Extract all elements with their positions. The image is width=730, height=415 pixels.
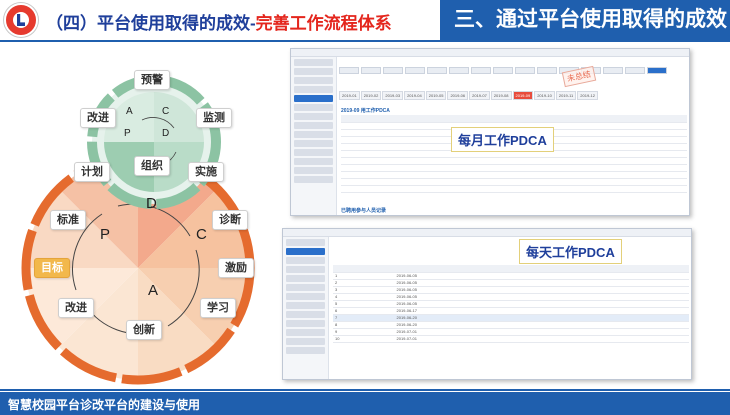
- big-cycle-letter-a: A: [148, 282, 159, 299]
- screenshot-tabs: [339, 67, 667, 75]
- table-row: 8 2019-06-20: [333, 321, 689, 329]
- daily-table: 1 2019-06-05 2 2019-06-05 3 2019-06-05 4 201…: [333, 265, 689, 343]
- label-learning: 学习: [200, 298, 236, 318]
- footer-divider: [0, 389, 730, 391]
- screenshot-sidebar: [283, 237, 329, 379]
- slide-header: （四）平台使用取得的成效-完善工作流程体系 三、通过平台使用取得的成效: [0, 0, 730, 40]
- table-row: 2 2019-06-05: [333, 279, 689, 287]
- daily-pdca-label: 每天工作PDCA: [519, 239, 622, 264]
- big-cycle-letter-c: C: [196, 226, 207, 243]
- daily-pdca-screenshot: 1 2019-06-05 2 2019-06-05 3 2019-06-05 4 201…: [282, 228, 692, 380]
- school-logo-icon: [4, 3, 38, 37]
- label-incentive: 激励: [218, 258, 254, 278]
- month-tab[interactable]: 2019-05: [425, 91, 447, 100]
- label-implement: 实施: [188, 162, 224, 182]
- small-cycle-letter-d: D: [162, 128, 170, 139]
- month-tab[interactable]: 2019-08: [490, 91, 512, 100]
- month-tab[interactable]: 2019-03: [382, 91, 404, 100]
- table-row: 9 2019-07-01: [333, 328, 689, 336]
- screenshot-sidebar: [291, 57, 337, 215]
- table-row: 1 2019-06-05: [333, 272, 689, 280]
- table-row: 4 2019-06-05: [333, 293, 689, 301]
- label-plan: 计划: [74, 162, 110, 182]
- screenshot-topbar: [291, 49, 689, 57]
- month-tab[interactable]: 2019-01: [339, 91, 360, 100]
- small-cycle-letter-c: C: [162, 106, 170, 117]
- table-row: 5 2019-06-05: [333, 300, 689, 308]
- big-cycle-letter-p: P: [100, 226, 111, 243]
- month-tab[interactable]: 2019-07: [469, 91, 490, 100]
- label-improve-big: 改进: [58, 298, 94, 318]
- label-standard: 标准: [50, 210, 86, 230]
- month-tab[interactable]: 2019-04: [404, 91, 425, 100]
- label-monitoring: 监测: [196, 108, 232, 128]
- month-tab[interactable]: 2019-10: [534, 91, 555, 100]
- month-tab[interactable]: 2019-06: [447, 91, 469, 100]
- table-row: 6 2019-06-17: [333, 307, 689, 315]
- monthly-pdca-label: 每月工作PDCA: [451, 127, 554, 152]
- month-tab[interactable]: 2019-12: [577, 91, 598, 100]
- small-cycle-letter-a: A: [126, 106, 133, 117]
- month-tab-active[interactable]: 2019-09: [512, 91, 534, 100]
- label-innovation: 创新: [126, 320, 162, 340]
- screenshot-content: 1 2019-06-05 2 2019-06-05 3 2019-06-05 4 201…: [331, 239, 689, 377]
- month-tab[interactable]: 2019-11: [555, 91, 577, 100]
- monthly-section-2: 已聘用参与人员记录: [341, 208, 387, 214]
- label-goal: 目标: [34, 258, 70, 278]
- slide-title: （四）平台使用取得的成效-完善工作流程体系: [46, 9, 392, 34]
- table-row: 3 2019-06-05: [333, 286, 689, 294]
- monthly-pdca-screenshot: 2019-01 2019-02 2019-03 2019-04 2019-05 …: [290, 48, 690, 216]
- header-divider: [0, 40, 730, 42]
- footer-text: 智慧校园平台诊改平台的建设与使用: [8, 398, 201, 412]
- label-early-warning: 预警: [134, 70, 170, 90]
- month-selector: 2019-01 2019-02 2019-03 2019-04 2019-05 …: [339, 91, 598, 100]
- big-cycle-letter-d: D: [146, 195, 157, 212]
- screenshot-topbar: [283, 229, 691, 237]
- table-row: 7 2019-06-20: [333, 314, 689, 322]
- small-cycle-letter-p: P: [124, 128, 131, 139]
- title-left-red: 完善工作流程体系: [255, 14, 392, 33]
- section-title-banner: 三、通过平台使用取得的成效: [440, 0, 730, 40]
- monthly-section-title: 2019-09 用工作PDCA: [341, 108, 390, 114]
- pdca-cycle-diagram: A C P D D C A P 预警 监测 组织 改进 计划 实施 诊断 激励 …: [20, 50, 270, 390]
- month-tab[interactable]: 2019-02: [360, 91, 382, 100]
- label-organize: 组织: [134, 156, 170, 176]
- slide-footer: 智慧校园平台诊改平台的建设与使用: [0, 392, 730, 415]
- title-left-blue: （四）平台使用取得的成效-: [46, 14, 256, 33]
- label-improve-small: 改进: [80, 108, 116, 128]
- table-row: 10 2019-07-01: [333, 335, 689, 343]
- label-diagnose: 诊断: [212, 210, 248, 230]
